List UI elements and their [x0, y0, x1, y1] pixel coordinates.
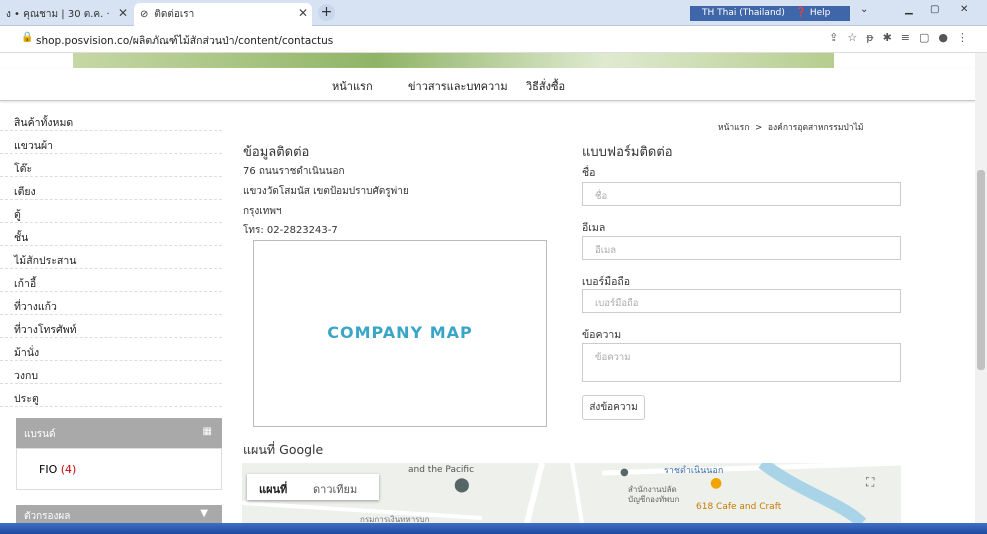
- company-map: COMPANY MAP: [253, 240, 547, 427]
- tab-title: ง • คุณชาม | 30 ต.ค. ·: [6, 9, 110, 20]
- scrollbar-thumb[interactable]: [977, 170, 985, 370]
- name-label: ชื่อ: [582, 167, 596, 179]
- sidebar-item[interactable]: โต๊ะ: [0, 154, 222, 177]
- breadcrumb-home[interactable]: หน้าแรก: [718, 123, 749, 133]
- grid-icon[interactable]: ▦: [203, 426, 212, 437]
- breadcrumb-current: องค์การอุตสาหกรรมป่าไม้: [767, 123, 864, 133]
- map-place: and the Pacific: [408, 465, 475, 475]
- company-map-label: COMPANY MAP: [327, 323, 473, 342]
- sidebar-item[interactable]: วงกบ: [0, 361, 222, 384]
- globe-icon: ⊘: [140, 9, 149, 20]
- header-banner: [73, 53, 834, 68]
- tab-title: ติดต่อเรา: [154, 9, 195, 20]
- email-label: อีเมล: [582, 222, 606, 234]
- lock-icon: 🔒: [21, 32, 34, 43]
- brand-item[interactable]: FIO: [39, 463, 57, 476]
- mobile-input[interactable]: เบอร์มือถือ: [582, 289, 901, 313]
- new-tab-button[interactable]: +: [318, 4, 335, 21]
- filter-icon[interactable]: ▼: [200, 508, 208, 519]
- sidebar-item[interactable]: ไม้สักประสาน: [0, 246, 222, 269]
- brand-list: FIO (4): [16, 448, 222, 490]
- extension-icons[interactable]: ⇪☆ᵽ✱≡▢●⋮: [829, 31, 977, 44]
- maximize-icon[interactable]: ▢: [930, 4, 939, 15]
- map-place: 618 Cafe and Craft: [696, 502, 782, 512]
- url-text[interactable]: shop.posvision.co/ผลิตภัณฑ์ไม้สักส่วนป่า…: [36, 32, 333, 49]
- sidebar-item[interactable]: เตียง: [0, 177, 222, 200]
- address-line: 76 ถนนราชดำเนินนอก: [243, 166, 345, 177]
- email-input[interactable]: อีเมล: [582, 236, 901, 260]
- contact-heading: ข้อมูลติดต่อ: [243, 145, 310, 160]
- map-pin-icon[interactable]: ●: [620, 467, 629, 478]
- sidebar-item[interactable]: ตู้: [0, 200, 222, 223]
- sidebar-item[interactable]: ที่วางแก้ว: [0, 292, 222, 315]
- sidebar-item[interactable]: สินค้าทั้งหมด: [0, 108, 222, 131]
- address-bar[interactable]: 🔒 shop.posvision.co/ผลิตภัณฑ์ไม้สักส่วนป…: [0, 26, 987, 53]
- category-sidebar: สินค้าทั้งหมด แขวนผ้า โต๊ะ เตียง ตู้ ชั้…: [0, 108, 222, 407]
- minimize-icon[interactable]: ▁: [905, 4, 913, 15]
- browser-tab-1[interactable]: ง • คุณชาม | 30 ต.ค. ·: [0, 3, 128, 26]
- fullscreen-icon[interactable]: ⛶: [866, 475, 874, 490]
- satellite-tab[interactable]: ดาวเทียม: [313, 480, 357, 498]
- map-pin-icon[interactable]: ⬤: [454, 477, 470, 493]
- sidebar-item[interactable]: ม้านั่ง: [0, 338, 222, 361]
- map-type-control: แผนที่ ดาวเทียม: [247, 474, 379, 500]
- language-indicator[interactable]: TH Thai (Thailand) ❓ Help: [690, 6, 850, 21]
- sidebar-item[interactable]: เก้าอี้: [0, 269, 222, 292]
- mobile-label: เบอร์มือถือ: [582, 276, 631, 288]
- map-place: บัญชีกองทัพบก: [628, 495, 680, 504]
- map-place: กรมการเงินทหารบก: [360, 515, 430, 523]
- main-nav: หน้าแรก ข่าวสารและบทความ วิธีสั่งซื้อ: [0, 68, 975, 101]
- sidebar-item[interactable]: ที่วางโทรศัพท์: [0, 315, 222, 338]
- close-icon[interactable]: ✕: [118, 6, 128, 20]
- cafe-pin-icon[interactable]: ●: [710, 475, 722, 491]
- sidebar-item[interactable]: ประตู: [0, 384, 222, 407]
- address-line: แขวงวัดโสมนัส เขตป้อมปราบศัตรูพ่าย: [243, 186, 409, 197]
- browser-tab-2[interactable]: ⊘ ติดต่อเรา: [134, 3, 312, 26]
- brand-count: (4): [60, 463, 77, 476]
- phone-text: โทร: 02-2823243-7: [243, 225, 338, 236]
- name-input[interactable]: ชื่อ: [582, 182, 901, 206]
- chevron-down-icon[interactable]: ⌄: [860, 4, 868, 15]
- nav-item-news[interactable]: ข่าวสารและบทความ: [408, 77, 508, 95]
- breadcrumb: หน้าแรก > องค์การอุตสาหกรรมป่าไม้: [718, 123, 864, 133]
- help-icon: ❓: [795, 8, 807, 18]
- close-icon[interactable]: ✕: [298, 6, 308, 20]
- send-message-button[interactable]: ส่งข้อความ: [582, 395, 645, 420]
- nav-item-home[interactable]: หน้าแรก: [332, 77, 373, 95]
- message-label: ข้อความ: [582, 329, 622, 341]
- sidebar-item[interactable]: แขวนผ้า: [0, 131, 222, 154]
- form-heading: แบบฟอร์มติดต่อ: [582, 145, 673, 160]
- nav-item-how-to-order[interactable]: วิธีสั่งซื้อ: [526, 77, 565, 95]
- filter-header: ตัวกรองผล ▼: [16, 505, 222, 523]
- map-tab[interactable]: แผนที่: [259, 480, 287, 498]
- address-line: กรุงเทพฯ: [243, 206, 282, 217]
- message-textarea[interactable]: ข้อความ: [582, 343, 901, 382]
- close-window-icon[interactable]: ✕: [960, 4, 968, 15]
- brand-header: แบรนด์ ▦: [16, 418, 222, 448]
- sidebar-item[interactable]: ชั้น: [0, 223, 222, 246]
- google-map-heading: แผนที่ Google: [243, 442, 324, 457]
- windows-taskbar: [0, 523, 987, 534]
- browser-tab-strip: ง • คุณชาม | 30 ต.ค. · ✕ ⊘ ติดต่อเรา ✕ +…: [0, 0, 987, 26]
